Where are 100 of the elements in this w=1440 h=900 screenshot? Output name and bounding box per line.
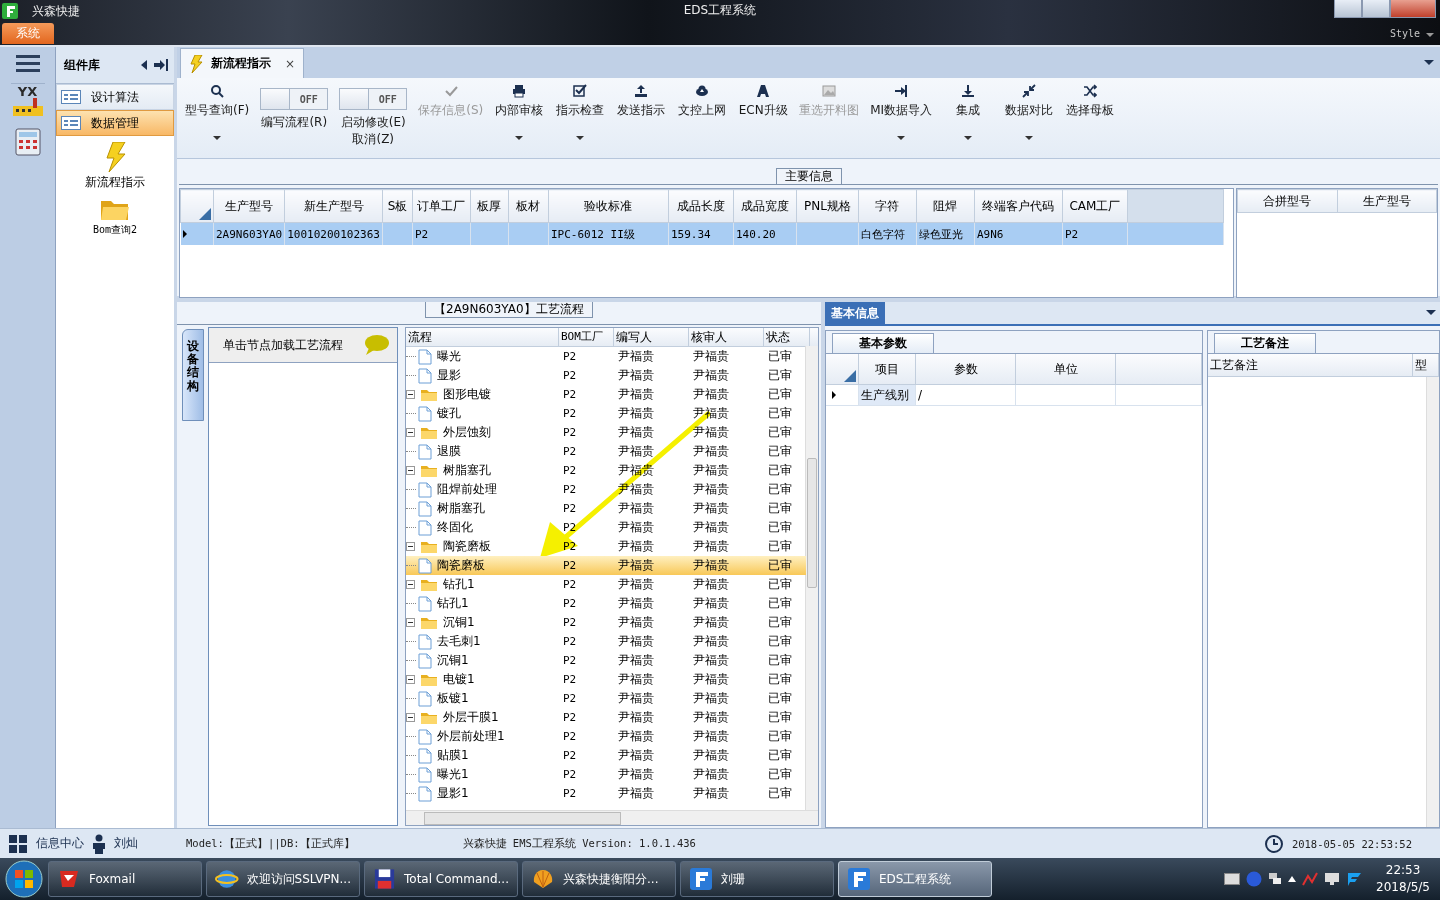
- scrollbar[interactable]: [805, 346, 818, 811]
- tree-node-label[interactable]: 陶瓷磨板: [443, 538, 491, 555]
- menu-icon[interactable]: [15, 53, 40, 73]
- monitor-icon[interactable]: [1324, 872, 1341, 886]
- column-header[interactable]: BOM工厂: [559, 328, 614, 346]
- scrollbar[interactable]: [1426, 377, 1439, 827]
- tree-node-label[interactable]: 镀孔: [437, 405, 461, 422]
- column-header[interactable]: 核审人: [689, 328, 764, 346]
- tree-row[interactable]: 沉铜1 P2 尹福贵 尹福贵 已审: [406, 613, 806, 632]
- column-header[interactable]: PNL规格: [796, 189, 859, 223]
- column-header[interactable]: 板厚: [470, 189, 509, 223]
- collapse-toggle[interactable]: [406, 618, 415, 627]
- tree-row[interactable]: 曝光 P2 尹福贵 尹福贵 已审: [406, 347, 806, 366]
- collapse-toggle[interactable]: [406, 542, 415, 551]
- tree-node-label[interactable]: 去毛刺1: [437, 633, 481, 650]
- column-header[interactable]: 字符: [858, 189, 917, 223]
- column-header[interactable]: 项目: [859, 354, 916, 385]
- column-header[interactable]: 流程: [406, 328, 559, 346]
- tree-row[interactable]: 沉铜1 P2 尹福贵 尹福贵 已审: [406, 651, 806, 670]
- component-item[interactable]: Bom查询2: [56, 197, 174, 237]
- tree-row[interactable]: 图形电镀 P2 尹福贵 尹福贵 已审: [406, 385, 806, 404]
- toolbar-button[interactable]: 指示检查: [551, 82, 610, 152]
- tree-row[interactable]: 显影1 P2 尹福贵 尹福贵 已审: [406, 784, 806, 803]
- side-tab[interactable]: 设备结构: [182, 329, 204, 421]
- tree-node-label[interactable]: 外层蚀刻: [443, 424, 491, 441]
- column-header[interactable]: S板: [382, 189, 413, 223]
- tree-node-label[interactable]: 树脂塞孔: [443, 462, 491, 479]
- tree-node-label[interactable]: 图形电镀: [443, 386, 491, 403]
- tree-node-label[interactable]: 曝光1: [437, 766, 469, 783]
- toolbar-button[interactable]: 数据对比: [1000, 82, 1059, 152]
- toggle-switch[interactable]: OFF: [339, 88, 408, 110]
- toolbar-button[interactable]: MI数据导入: [866, 82, 937, 152]
- column-header[interactable]: 终端客户代码: [974, 189, 1063, 223]
- column-header[interactable]: 订单工厂: [412, 189, 471, 223]
- collapse-toggle[interactable]: [406, 428, 415, 437]
- column-header[interactable]: 成品长度: [668, 189, 734, 223]
- taskbar-item[interactable]: 兴森快捷衡阳分...: [522, 861, 676, 897]
- tree-row[interactable]: 陶瓷磨板 P2 尹福贵 尹福贵 已审: [406, 556, 806, 575]
- tree-node-label[interactable]: 阻焊前处理: [437, 481, 497, 498]
- tree-node-label[interactable]: 沉铜1: [437, 652, 469, 669]
- column-header[interactable]: 参数: [916, 354, 1016, 385]
- collapse-toggle[interactable]: [406, 713, 415, 722]
- caret-up-icon[interactable]: [1288, 876, 1297, 882]
- calculator-icon[interactable]: [13, 128, 42, 158]
- toolbar-button[interactable]: 文控上网: [673, 82, 732, 152]
- column-header[interactable]: 单位: [1016, 354, 1116, 385]
- tree-node-label[interactable]: 显影1: [437, 785, 469, 802]
- tree-row[interactable]: 树脂塞孔 P2 尹福贵 尹福贵 已审: [406, 499, 806, 518]
- style-menu[interactable]: Style: [1389, 28, 1420, 39]
- toolbar-button[interactable]: 集成: [939, 82, 998, 152]
- collapse-toggle[interactable]: [406, 390, 415, 399]
- tree-row[interactable]: 外层干膜1 P2 尹福贵 尹福贵 已审: [406, 708, 806, 727]
- tree-node-label[interactable]: 电镀1: [443, 671, 475, 688]
- scrollbar[interactable]: [406, 810, 818, 825]
- close-icon[interactable]: ×: [285, 56, 296, 71]
- tree-row[interactable]: 贴膜1 P2 尹福贵 尹福贵 已审: [406, 746, 806, 765]
- tree-node-label[interactable]: 树脂塞孔: [437, 500, 485, 517]
- tree-node-label[interactable]: 显影: [437, 367, 461, 384]
- taskbar-item[interactable]: Total Command...: [364, 861, 518, 897]
- tree-row[interactable]: 钻孔1 P2 尹福贵 尹福贵 已审: [406, 575, 806, 594]
- pin-icon[interactable]: [154, 59, 168, 71]
- clock[interactable]: 22:53 2018/5/5: [1376, 862, 1430, 896]
- tree-node-label[interactable]: 贴膜1: [437, 747, 469, 764]
- tree-row[interactable]: 镀孔 P2 尹福贵 尹福贵 已审: [406, 404, 806, 423]
- column-header[interactable]: 验收标准: [548, 189, 669, 223]
- panel-tab[interactable]: 基本参数: [832, 333, 934, 353]
- tree-row[interactable]: 外层蚀刻 P2 尹福贵 尹福贵 已审: [406, 423, 806, 442]
- column-header[interactable]: 生产型号: [213, 189, 285, 223]
- network-icon[interactable]: [1268, 872, 1283, 886]
- taskbar-item[interactable]: 欢迎访问SSLVPN...: [206, 861, 360, 897]
- tree-node-label[interactable]: 外层干膜1: [443, 709, 499, 726]
- column-header[interactable]: 型: [1413, 354, 1439, 377]
- tree-row[interactable]: 去毛刺1 P2 尹福贵 尹福贵 已审: [406, 632, 806, 651]
- column-header[interactable]: 板材: [508, 189, 549, 223]
- category-item[interactable]: 设计算法: [56, 84, 174, 110]
- tree-node-label[interactable]: 外层前处理1: [437, 728, 505, 745]
- collapse-toggle[interactable]: [406, 675, 415, 684]
- component-item[interactable]: 新流程指示: [56, 142, 174, 191]
- tree-row[interactable]: 曝光1 P2 尹福贵 尹福贵 已审: [406, 765, 806, 784]
- collapse-left-icon[interactable]: [140, 60, 148, 70]
- app-logo-icon[interactable]: [1346, 871, 1363, 887]
- toggle-switch[interactable]: OFF: [260, 88, 329, 110]
- column-header[interactable]: 成品宽度: [733, 189, 797, 223]
- column-header[interactable]: 阻焊: [916, 189, 975, 223]
- column-header[interactable]: 生产型号: [1337, 189, 1437, 213]
- category-item[interactable]: 数据管理: [56, 110, 174, 136]
- chart-icon[interactable]: [1302, 872, 1319, 886]
- info-center-link[interactable]: 信息中心: [36, 835, 84, 852]
- taskbar-item[interactable]: 刘珊: [680, 861, 834, 897]
- tree-row[interactable]: 显影 P2 尹福贵 尹福贵 已审: [406, 366, 806, 385]
- tree-row[interactable]: 退膜 P2 尹福贵 尹福贵 已审: [406, 442, 806, 461]
- toolbar-button[interactable]: 选择母板: [1061, 82, 1120, 152]
- tree-row[interactable]: 电镀1 P2 尹福贵 尹福贵 已审: [406, 670, 806, 689]
- taskbar-item[interactable]: EDS工程系统: [838, 861, 992, 897]
- toolbar-button[interactable]: 发送指示: [612, 82, 671, 152]
- toolbar-button[interactable]: ECN升级: [734, 82, 793, 152]
- column-header[interactable]: 编写人: [614, 328, 689, 346]
- start-button[interactable]: [4, 859, 44, 899]
- keyboard-icon[interactable]: [1224, 873, 1241, 885]
- column-header[interactable]: 合拼型号: [1237, 189, 1337, 213]
